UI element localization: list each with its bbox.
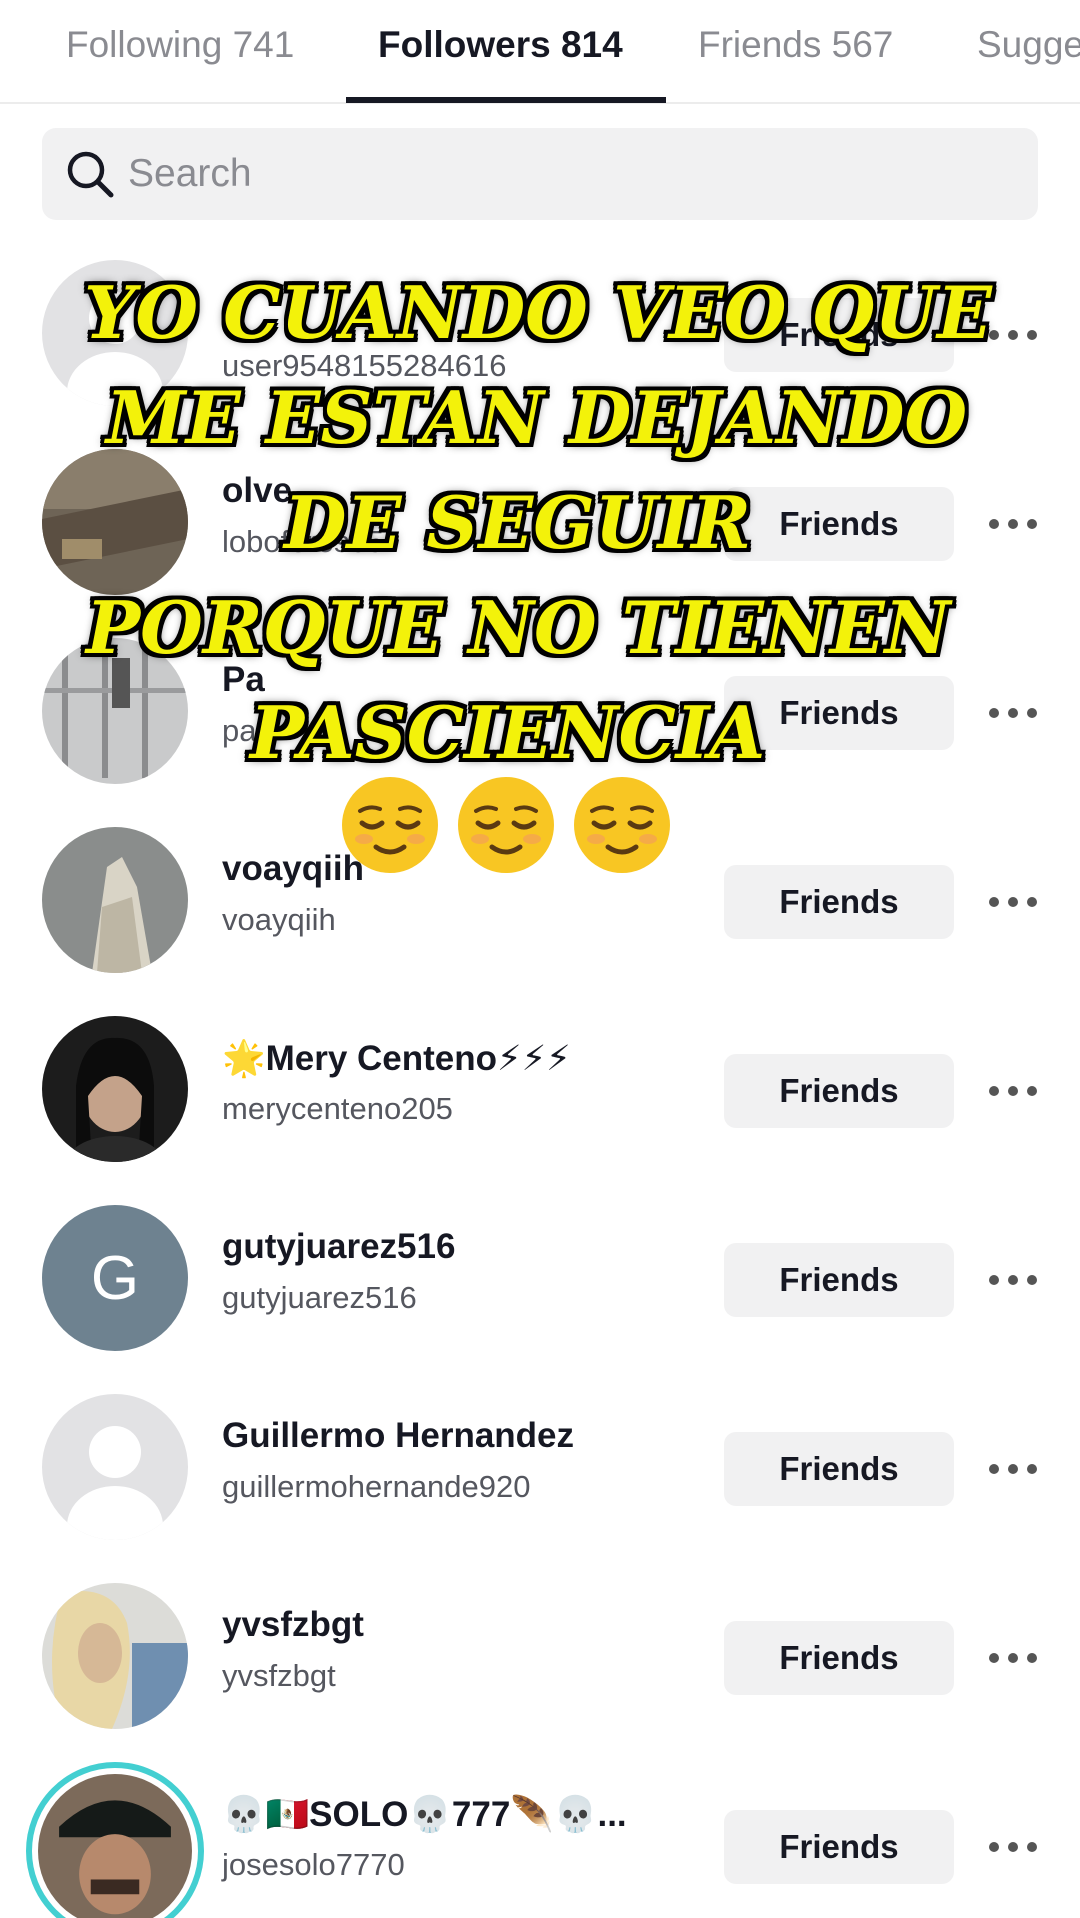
more-options-icon[interactable] — [982, 1261, 1044, 1299]
avatar-letter[interactable]: G — [42, 1205, 188, 1351]
username: merycenteno205 — [222, 1091, 453, 1126]
tab-friends[interactable]: Friends 567 — [698, 24, 893, 66]
friends-button[interactable]: Friends — [724, 1432, 954, 1506]
display-name: Guillermo Hernandez — [222, 1416, 575, 1455]
followers-tab-bar: Following 741 Followers 814 Friends 567 … — [0, 0, 1080, 104]
search-input[interactable] — [128, 142, 1008, 206]
list-item[interactable]: Guillermo Hernandez guillermohernande920… — [0, 1374, 1080, 1563]
more-options-icon[interactable] — [982, 883, 1044, 921]
display-name: olve — [222, 471, 293, 510]
relieved-face-emoji — [458, 777, 554, 873]
list-item[interactable]: yvsfzbgt yvsfzbgt Friends — [0, 1563, 1080, 1752]
list-item[interactable]: G gutyjuarez516 gutyjuarez516 Friends — [0, 1185, 1080, 1374]
active-tab-indicator — [346, 97, 666, 103]
username: user9548155284616 — [222, 348, 507, 383]
relieved-face-emoji — [342, 777, 438, 873]
more-options-icon[interactable] — [982, 316, 1044, 354]
list-item[interactable]: user9548155284616 Friends — [0, 240, 1080, 429]
display-name: gutyjuarez516 — [222, 1227, 456, 1266]
more-options-icon[interactable] — [982, 1072, 1044, 1110]
relieved-face-emoji-row — [342, 777, 670, 873]
username: voayqiih — [222, 902, 336, 937]
tab-following[interactable]: Following 741 — [66, 24, 294, 66]
avatar-photo[interactable] — [42, 449, 188, 595]
avatar-photo[interactable] — [42, 827, 188, 973]
friends-button[interactable]: Friends — [724, 1243, 954, 1317]
more-options-icon[interactable] — [982, 505, 1044, 543]
friends-button[interactable]: Friends — [724, 865, 954, 939]
more-options-icon[interactable] — [982, 1828, 1044, 1866]
more-options-icon[interactable] — [982, 694, 1044, 732]
avatar-default[interactable] — [42, 1394, 188, 1540]
display-name: Pa — [222, 660, 265, 699]
tab-followers[interactable]: Followers 814 — [378, 24, 623, 66]
tab-suggested[interactable]: Sugge — [977, 24, 1080, 66]
username: yvsfzbgt — [222, 1658, 336, 1693]
avatar-story-ring[interactable] — [26, 1762, 204, 1918]
display-name: 💀🇲🇽SOLO💀777🪶💀... — [222, 1795, 627, 1834]
avatar-photo[interactable] — [42, 638, 188, 784]
username: gutyjuarez516 — [222, 1280, 417, 1315]
friends-button[interactable]: Friends — [724, 676, 954, 750]
search-icon — [67, 151, 114, 198]
more-options-icon[interactable] — [982, 1639, 1044, 1677]
friends-button[interactable]: Friends — [724, 298, 954, 372]
friends-button[interactable]: Friends — [724, 1621, 954, 1695]
relieved-face-emoji — [574, 777, 670, 873]
display-name: 🌟Mery Centeno⚡⚡⚡ — [222, 1039, 571, 1078]
list-item[interactable]: 💀🇲🇽SOLO💀777🪶💀... josesolo7770 Friends — [0, 1752, 1080, 1918]
friends-button[interactable]: Friends — [724, 1054, 954, 1128]
display-name: yvsfzbgt — [222, 1605, 364, 1644]
friends-button[interactable]: Friends — [724, 487, 954, 561]
avatar-photo[interactable] — [42, 1016, 188, 1162]
username: pa — [222, 713, 257, 748]
username: josesolo7770 — [222, 1847, 405, 1882]
friends-button[interactable]: Friends — [724, 1810, 954, 1884]
list-item[interactable]: olve loboferos85 Friends — [0, 429, 1080, 618]
username: loboferos85 — [222, 524, 385, 559]
more-options-icon[interactable] — [982, 1450, 1044, 1488]
search-bar[interactable] — [42, 128, 1038, 220]
avatar-default[interactable] — [42, 260, 188, 406]
list-item[interactable]: 🌟Mery Centeno⚡⚡⚡ merycenteno205 Friends — [0, 996, 1080, 1185]
username: guillermohernande920 — [222, 1469, 531, 1504]
avatar-photo[interactable] — [42, 1583, 188, 1729]
